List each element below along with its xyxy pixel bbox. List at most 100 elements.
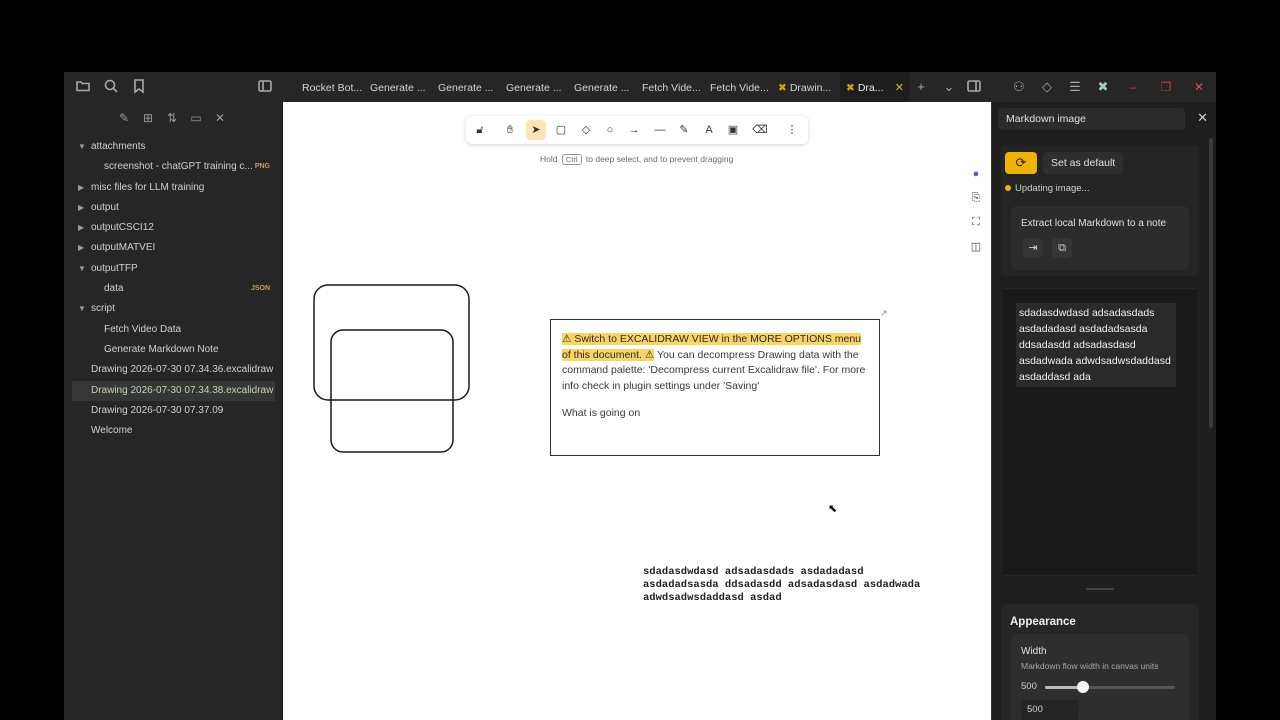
file-tree-item[interactable]: screenshot - chatGPT training c... PNG	[64, 157, 283, 177]
refresh-button[interactable]: ⟳	[1005, 152, 1037, 174]
copy-icon[interactable]: ⧉	[1052, 238, 1072, 258]
bookmark-icon[interactable]	[130, 78, 148, 96]
sidebar-header	[64, 72, 283, 102]
close-window-icon[interactable]: ✕	[1190, 78, 1208, 96]
fullscreen-icon[interactable]: ⛶	[966, 216, 986, 240]
excalidraw-icon: ✖	[846, 82, 855, 94]
file-tree-item[interactable]: ▶ outputCSCI12	[64, 218, 283, 238]
tab-7[interactable]: ✖ Drawin...	[772, 72, 840, 102]
canvas-text-element[interactable]: sdadasdwdasd adsadasdads asdadadasd asda…	[643, 566, 943, 605]
external-link-icon[interactable]: ↗	[880, 308, 888, 319]
file-tree-item[interactable]: ▼ outputTFP	[64, 259, 283, 279]
markdown-preview: sdadasdwdasd adsadasdads asdadadasd asda…	[1001, 288, 1199, 576]
new-folder-icon[interactable]: ⊞	[140, 110, 156, 126]
file-tree-item[interactable]: ▶ output	[64, 198, 283, 218]
file-tree-label: misc files for LLM training	[91, 181, 205, 193]
tab-2[interactable]: Generate ...	[432, 72, 500, 102]
file-tree-label: Generate Markdown Note	[104, 343, 219, 355]
tab-bar: Rocket Bot... Generate ... Generate ... …	[296, 72, 910, 102]
list-icon[interactable]: ☰	[1066, 78, 1084, 96]
export-icon[interactable]: ⎘	[966, 192, 986, 216]
excalidraw-icon: ✖	[778, 82, 787, 94]
extract-section: Extract local Markdown to a note ⇥ ⧉	[1011, 206, 1189, 270]
file-type-badge: JSON	[250, 285, 270, 293]
tab-1[interactable]: Generate ...	[364, 72, 432, 102]
excalidraw-canvas[interactable]: 🔓︎ ✋︎ ➤ ▢ ◇ ○ → — ✎ A ▣ ⌫ ⋮ Hold Ctrl to…	[283, 102, 991, 720]
chevron-down-icon[interactable]: ▼	[78, 137, 86, 157]
file-tree-label: Fetch Video Data	[104, 323, 182, 335]
right-sidebar-toggle-icon[interactable]	[965, 78, 983, 96]
width-input[interactable]: 500	[1021, 700, 1079, 720]
rounded-rectangle-shape[interactable]	[313, 284, 470, 401]
file-tree-label: screenshot - chatGPT training c...	[104, 161, 253, 173]
file-tree-item[interactable]: Fetch Video Data	[64, 320, 283, 340]
file-tree-item[interactable]: ▼ script	[64, 299, 283, 319]
search-icon[interactable]	[102, 78, 120, 96]
chevron-down-icon[interactable]: ▼	[78, 259, 86, 279]
chevron-right-icon[interactable]: ▶	[78, 238, 84, 258]
tab-6[interactable]: Fetch Vide...	[704, 72, 772, 102]
width-slider[interactable]	[1045, 681, 1175, 693]
panel-search-input[interactable]: Markdown image	[998, 108, 1185, 130]
image-controls: ⟳ Set as default Updating image... Extra…	[1001, 146, 1199, 276]
tab-label: Generate ...	[574, 82, 630, 94]
resize-handle[interactable]	[1086, 588, 1114, 590]
tab-3[interactable]: Generate ...	[500, 72, 568, 102]
tab-0[interactable]: Rocket Bot...	[296, 72, 364, 102]
file-tree-item[interactable]: Drawing 2026-07-30 07.34.36.excalidraw	[64, 360, 283, 380]
title-bar: Rocket Bot... Generate ... Generate ... …	[64, 72, 1216, 102]
set-default-button[interactable]: Set as default	[1043, 152, 1124, 174]
close-icon[interactable]: ✕	[1197, 110, 1208, 126]
panel-scrollbar[interactable]	[1209, 138, 1213, 428]
file-tree-label: outputMATVEI	[91, 242, 156, 254]
collapse-icon[interactable]: ▭	[188, 110, 204, 126]
file-tree-item[interactable]: Welcome	[64, 421, 283, 441]
chevron-right-icon[interactable]: ▶	[78, 178, 84, 198]
canvas-side-tools: ● ⎘ ⛶ ◫	[966, 168, 986, 264]
tab-4[interactable]: Generate ...	[568, 72, 636, 102]
file-tree-label: data	[104, 283, 124, 295]
new-note-icon[interactable]: ✎	[116, 110, 132, 126]
maximize-icon[interactable]: ❐	[1157, 78, 1175, 96]
file-tree-item[interactable]: ▼ attachments	[64, 137, 283, 157]
minimize-icon[interactable]: –	[1124, 78, 1142, 96]
file-tree-item[interactable]: Generate Markdown Note	[64, 340, 283, 360]
chevron-right-icon[interactable]: ▶	[78, 198, 84, 218]
status-line: Updating image...	[1005, 183, 1089, 194]
rounded-rectangle-shape[interactable]	[330, 329, 454, 453]
properties-panel: Markdown image ✕ ⟳ Set as default Updati…	[991, 102, 1216, 720]
chevron-right-icon[interactable]: ▶	[78, 218, 84, 238]
tab-label: Dra...	[857, 82, 884, 94]
new-tab-icon[interactable]: +	[912, 78, 930, 96]
shape-indicator-icon[interactable]: ●	[966, 168, 986, 192]
slider-knob[interactable]	[1076, 681, 1089, 693]
file-tree-item[interactable]: data JSON	[64, 279, 283, 299]
folder-icon[interactable]	[74, 78, 92, 96]
markdown-embed-box[interactable]: ⚠ Switch to EXCALIDRAW VIEW in the MORE …	[550, 319, 880, 456]
excalidraw-tools-icon[interactable]: ✖	[1094, 78, 1112, 96]
tag-icon[interactable]: ◇	[1038, 78, 1056, 96]
file-tree-item[interactable]: ▶ outputMATVEI	[64, 238, 283, 258]
close-all-icon[interactable]: ✕	[212, 110, 228, 126]
chevron-down-icon[interactable]: ▼	[78, 299, 86, 319]
sidebar-toggle-icon[interactable]	[256, 78, 274, 96]
file-tree-item[interactable]: Drawing 2026-07-30 07.37.09	[64, 401, 283, 421]
file-type-badge: PNG	[254, 163, 270, 171]
file-tree: ▼ attachments screenshot - chatGPT trainin…	[64, 137, 283, 441]
tab-5[interactable]: Fetch Vide...	[636, 72, 704, 102]
chevron-down-icon[interactable]: ⌄	[940, 78, 958, 96]
tab-label: Generate ...	[506, 82, 562, 94]
panel-icon[interactable]: ◫	[966, 240, 986, 264]
extract-title: Extract local Markdown to a note	[1021, 218, 1167, 229]
app-window: Rocket Bot... Generate ... Generate ... …	[64, 72, 1216, 720]
width-title: Width	[1021, 646, 1047, 657]
sort-icon[interactable]: ⇅	[164, 110, 180, 126]
appearance-section: Appearance Width Markdown flow width in …	[1001, 604, 1199, 720]
close-tab-icon[interactable]: ✕	[895, 72, 904, 102]
tab-8-active[interactable]: ✖ Dra... ✕	[840, 72, 910, 102]
file-tree-item[interactable]: ▶ misc files for LLM training	[64, 178, 283, 198]
file-tree-label: Welcome	[91, 425, 133, 437]
file-tree-item[interactable]: Drawing 2026-07-30 07.34.38.excalidraw	[72, 380, 275, 401]
plugin-icon[interactable]: ⚇	[1010, 78, 1028, 96]
extract-to-note-icon[interactable]: ⇥	[1023, 238, 1043, 258]
